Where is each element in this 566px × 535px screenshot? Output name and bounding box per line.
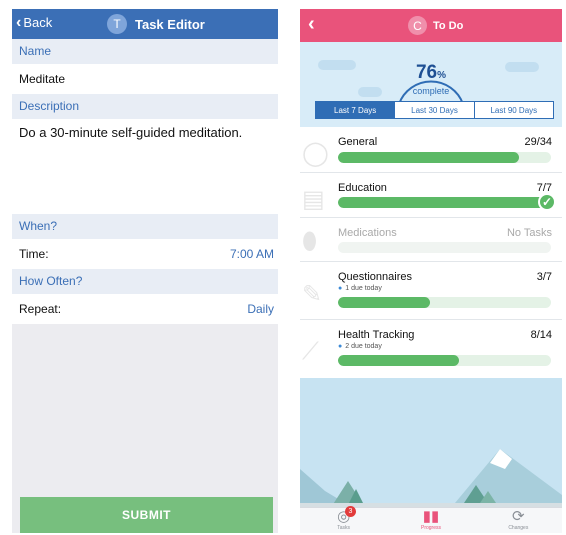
- mountain-illustration: [300, 449, 562, 509]
- progress-percent: 76%: [300, 62, 562, 84]
- repeat-row[interactable]: Repeat: Daily: [12, 294, 278, 324]
- category-row-health-tracking[interactable]: ⟋ Health Tracking 8/14 2 due today: [300, 320, 562, 378]
- category-progress-bar: [338, 242, 551, 253]
- nav-title-group: C To Do: [408, 16, 463, 35]
- todo-nav-bar: ‹ C To Do: [300, 9, 562, 42]
- bar-chart-icon: ▮▮: [422, 508, 440, 525]
- tab-progress[interactable]: ▮▮ Progress: [387, 508, 474, 533]
- progress-label: complete: [412, 86, 450, 96]
- progress-fill: [338, 152, 520, 163]
- category-row-general[interactable]: ◯ General 29/34: [300, 127, 562, 173]
- category-name: Questionnaires: [338, 271, 412, 283]
- refresh-icon: ⟳: [512, 508, 525, 525]
- todo-screen: ‹ C To Do 76% complete Last 7 Days Last …: [300, 9, 562, 533]
- progress-fill: [338, 355, 460, 366]
- chevron-left-icon: ‹: [16, 13, 22, 31]
- back-label: Back: [23, 15, 53, 30]
- chart-ghost-icon: ⟋: [302, 338, 319, 365]
- avatar: C: [408, 16, 427, 35]
- name-section-header: Name: [12, 39, 278, 64]
- range-tab-90-days[interactable]: Last 90 Days: [473, 102, 553, 118]
- description-section-header: Description: [12, 94, 278, 119]
- avatar: T: [107, 14, 127, 34]
- clipboard-ghost-icon: ✎: [302, 281, 323, 308]
- tab-tasks[interactable]: ◎ 3 Tasks: [300, 506, 387, 533]
- bottom-tab-bar: ◎ 3 Tasks ▮▮ Progress ⟳ Changes: [300, 506, 562, 533]
- category-row-medications[interactable]: ⬮ Medications No Tasks: [300, 218, 562, 262]
- category-progress-bar: [338, 355, 551, 366]
- back-chevron-icon[interactable]: ‹: [308, 13, 315, 36]
- time-value[interactable]: 7:00 AM: [230, 239, 274, 269]
- date-range-segmented-control: Last 7 Days Last 30 Days Last 90 Days: [315, 101, 554, 119]
- percent-sign: %: [437, 70, 447, 81]
- tab-label: Tasks: [337, 525, 351, 531]
- category-count: 29/34: [524, 136, 552, 148]
- repeat-label: Repeat:: [19, 302, 62, 316]
- back-button[interactable]: ‹ Back: [16, 13, 53, 31]
- repeat-value[interactable]: Daily: [247, 294, 274, 324]
- progress-fill: [338, 297, 430, 308]
- category-count: 3/7: [536, 271, 552, 283]
- category-progress-bar: [338, 197, 551, 208]
- task-editor-screen: ‹ Back T Task Editor Name Meditate Descr…: [12, 9, 278, 533]
- name-field[interactable]: Meditate: [12, 64, 278, 94]
- book-ghost-icon: ▤: [302, 186, 325, 213]
- due-today-label: 2 due today: [338, 343, 382, 350]
- how-often-section-header: How Often?: [12, 269, 278, 294]
- time-row[interactable]: Time: 7:00 AM: [12, 239, 278, 269]
- tab-label: Changes: [508, 525, 529, 531]
- category-name: Health Tracking: [338, 329, 415, 341]
- tab-changes[interactable]: ⟳ Changes: [475, 508, 562, 533]
- category-progress-bar: [338, 152, 551, 163]
- category-name: General: [338, 136, 378, 148]
- page-title: To Do: [433, 19, 464, 32]
- category-count: 8/14: [530, 329, 552, 341]
- page-title: Task Editor: [135, 16, 205, 32]
- category-name: Medications: [338, 227, 397, 239]
- category-row-questionnaires[interactable]: ✎ Questionnaires 3/7 1 due today: [300, 262, 562, 320]
- time-label: Time:: [19, 247, 49, 261]
- due-today-label: 1 due today: [338, 285, 382, 292]
- when-section-header: When?: [12, 214, 278, 239]
- description-field[interactable]: Do a 30-minute self-guided meditation.: [12, 119, 278, 214]
- range-tab-7-days[interactable]: Last 7 Days: [316, 102, 395, 118]
- complete-check-icon: ✓: [538, 193, 556, 211]
- category-progress-bar: [338, 297, 551, 308]
- tab-label: Progress: [420, 525, 441, 531]
- percent-number: 76: [415, 62, 438, 83]
- progress-fill: [338, 197, 551, 208]
- category-count: No Tasks: [506, 227, 552, 239]
- checkmark-ghost-icon: ◯: [302, 140, 329, 167]
- range-tab-30-days[interactable]: Last 30 Days: [394, 102, 473, 118]
- nav-title-group: T Task Editor: [107, 14, 205, 34]
- submit-button[interactable]: SUBMIT: [20, 497, 273, 533]
- category-row-education[interactable]: ▤ Education 7/7 ✓: [300, 173, 562, 218]
- category-list: ◯ General 29/34 ▤ Education 7/7 ✓ ⬮ Medi…: [300, 127, 562, 378]
- task-editor-nav-bar: ‹ Back T Task Editor: [12, 9, 278, 39]
- tasks-badge: 3: [345, 506, 356, 517]
- pill-ghost-icon: ⬮: [302, 228, 318, 255]
- category-name: Education: [338, 182, 387, 194]
